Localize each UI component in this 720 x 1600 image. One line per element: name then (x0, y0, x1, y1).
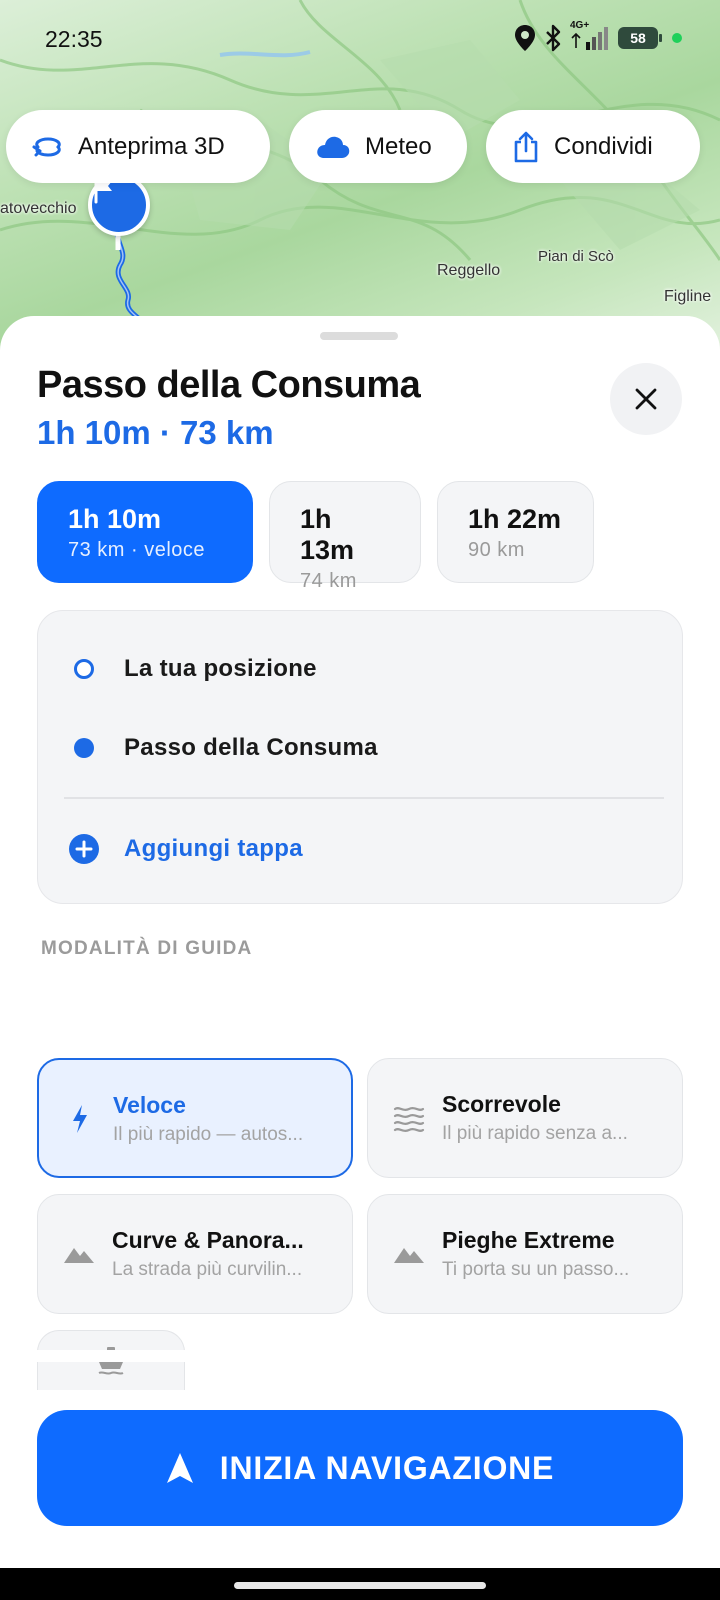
signal-icon: 4G+ (570, 20, 610, 52)
stops-divider (64, 797, 664, 799)
stops-card: La tua posizione Passo della Consuma Agg… (37, 610, 683, 904)
waves-icon (392, 1101, 426, 1135)
route-time: 1h 22m (468, 504, 562, 534)
close-icon (635, 388, 657, 410)
home-indicator[interactable] (234, 1582, 486, 1589)
route-time: 1h 13m (300, 504, 355, 565)
weather-button[interactable]: Meteo (289, 110, 467, 183)
map-label-town: atovecchio (0, 200, 77, 217)
status-bar: 22:35 4G+ 58 (0, 0, 720, 80)
map-label-figline: Figline (664, 288, 712, 305)
origin-stop[interactable]: La tua posizione (38, 639, 682, 699)
start-navigation-button[interactable]: INIZIA NAVIGAZIONE (37, 1410, 683, 1526)
preview-3d-label: Anteprima 3D (78, 132, 225, 160)
mode-description: La strada più curvilin... (112, 1259, 303, 1280)
close-button[interactable] (610, 363, 682, 435)
route-detail: 73 km · veloce (68, 539, 206, 561)
mode-curve-panorama[interactable]: Curve & Panora... La strada più curvilin… (37, 1194, 353, 1314)
preview-3d-button[interactable]: Anteprima 3D (6, 110, 270, 183)
mode-name: Scorrevole (442, 1091, 561, 1117)
rotate-3d-icon (32, 136, 61, 157)
map-label-reggello: Reggello (437, 262, 501, 279)
start-navigation-label: INIZIA NAVIGAZIONE (219, 1449, 555, 1486)
route-detail: 90 km (468, 539, 525, 561)
route-sheet: Passo della Consuma 1h 10m · 73 km 1h 10… (0, 316, 720, 1568)
destination-marker-icon (74, 738, 94, 758)
list-clip (0, 1350, 720, 1362)
route-summary: 1h 10m · 73 km (37, 414, 274, 451)
share-icon (514, 131, 538, 162)
status-time: 22:35 (45, 26, 103, 52)
map-label-pian-di-sco: Pian di Scò (538, 248, 614, 265)
mountain-icon (62, 1237, 96, 1271)
mode-name: Veloce (113, 1092, 186, 1118)
route-detail: 74 km (300, 570, 357, 592)
route-option[interactable]: 1h 13m 74 km (269, 481, 421, 592)
lightning-icon (63, 1102, 97, 1136)
mountain-icon (392, 1237, 426, 1271)
destination-label: Passo della Consuma (124, 734, 378, 761)
destination-stop[interactable]: Passo della Consuma (38, 718, 682, 778)
mode-description: Il più rapido — autos... (113, 1124, 304, 1145)
mode-pieghe-extreme[interactable]: Pieghe Extreme Ti porta su un passo... (367, 1194, 683, 1314)
route-option[interactable]: 1h 10m 73 km · veloce (37, 481, 253, 583)
privacy-dot (672, 33, 682, 43)
route-option[interactable]: 1h 22m 90 km (437, 481, 594, 583)
mode-name: Pieghe Extreme (442, 1227, 615, 1253)
mode-name: Curve & Panora... (112, 1227, 304, 1253)
location-icon (515, 25, 535, 51)
share-button[interactable]: Condividi (486, 110, 700, 183)
battery-indicator: 58 (618, 27, 662, 49)
cloud-icon (317, 136, 350, 158)
mode-description: Il più rapido senza a... (442, 1123, 628, 1144)
mode-scorrevole[interactable]: Scorrevole Il più rapido senza a... (367, 1058, 683, 1178)
plus-circle-icon (69, 834, 99, 864)
navigation-arrow-icon (166, 1453, 193, 1483)
add-stop-label: Aggiungi tappa (124, 835, 303, 862)
origin-marker-icon (74, 659, 94, 679)
origin-label: La tua posizione (124, 655, 317, 682)
route-options: 1h 10m 73 km · veloce 1h 13m 74 km 1h 22… (37, 481, 594, 592)
destination-flag-marker[interactable] (88, 174, 150, 236)
share-label: Condividi (554, 132, 653, 160)
sheet-drag-handle[interactable] (320, 332, 398, 340)
mode-veloce[interactable]: Veloce Il più rapido — autos... (37, 1058, 353, 1178)
route-time: 1h 10m (68, 504, 162, 534)
driving-mode-heading: MODALITÀ DI GUIDA (41, 938, 253, 959)
weather-label: Meteo (365, 132, 432, 160)
destination-title: Passo della Consuma (37, 364, 421, 406)
mode-description: Ti porta su un passo... (442, 1259, 630, 1280)
add-stop-button[interactable]: Aggiungi tappa (38, 819, 682, 879)
bluetooth-icon (546, 24, 561, 52)
